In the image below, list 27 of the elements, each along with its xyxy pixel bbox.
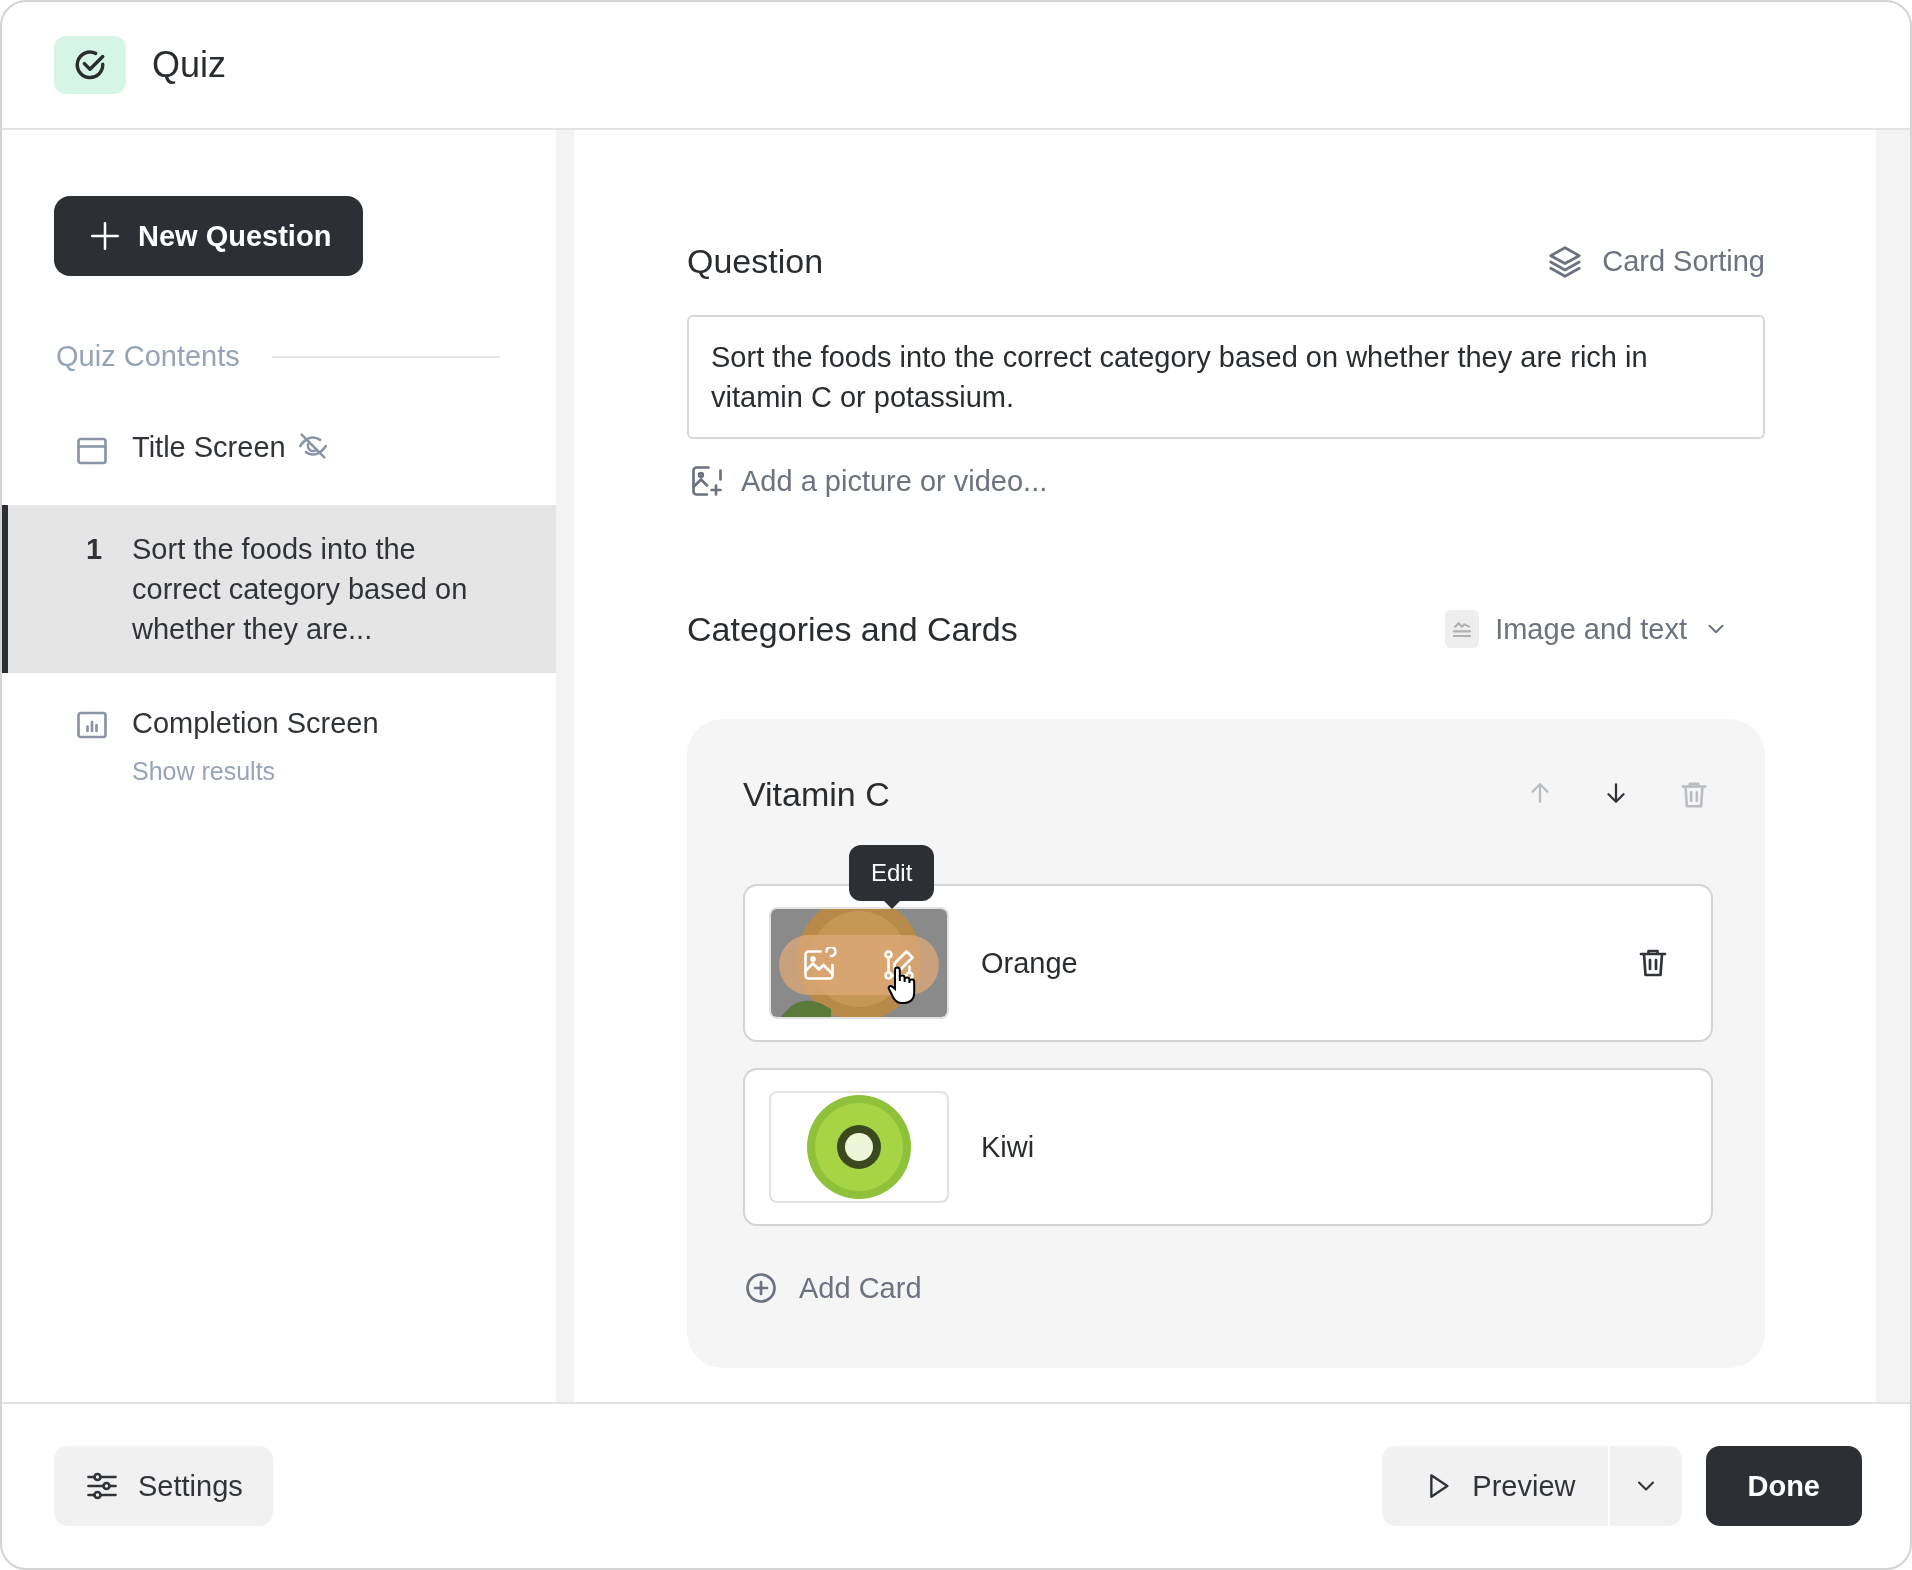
preview-button[interactable]: Preview xyxy=(1382,1446,1608,1526)
add-card-button[interactable]: Add Card xyxy=(743,1270,922,1306)
image-plus-icon xyxy=(689,463,725,499)
sidebar-item[interactable]: Completion Screen Show results xyxy=(2,703,556,791)
question-heading: Question xyxy=(687,242,824,281)
sidebar-item[interactable]: 1 Sort the foods into the correct category based on whether they are... xyxy=(2,505,556,673)
image-replace-icon xyxy=(801,947,837,983)
add-media-link[interactable]: Add a picture or video... xyxy=(687,463,1048,499)
question-type-label: Card Sorting xyxy=(1602,245,1765,278)
app-title: Quiz xyxy=(152,44,227,86)
tooltip: Edit xyxy=(849,845,935,909)
settings-button[interactable]: Settings xyxy=(54,1446,273,1526)
sidebar-item[interactable]: Title Screen xyxy=(2,419,556,479)
question-text-field[interactable]: Sort the foods into the correct category based on whether they are rich in vitamin C or potassium. xyxy=(687,315,1765,439)
done-button[interactable]: Done xyxy=(1705,1446,1862,1526)
card-label: Kiwi xyxy=(981,1130,1036,1164)
plus-icon xyxy=(88,219,122,253)
categories-heading: Categories and Cards xyxy=(687,609,1018,649)
new-question-button[interactable]: New Question xyxy=(54,196,364,276)
card-label: Orange xyxy=(981,946,1079,980)
crop-edit-icon xyxy=(881,947,917,983)
hand-cursor-icon xyxy=(887,965,917,1005)
section-heading: Quiz Contents xyxy=(56,340,240,373)
category-name: Vitamin C xyxy=(743,775,890,814)
quiz-logo-icon xyxy=(54,36,126,94)
plus-circle-icon xyxy=(743,1270,779,1306)
display-mode-dropdown[interactable]: Image and text xyxy=(1439,609,1735,649)
